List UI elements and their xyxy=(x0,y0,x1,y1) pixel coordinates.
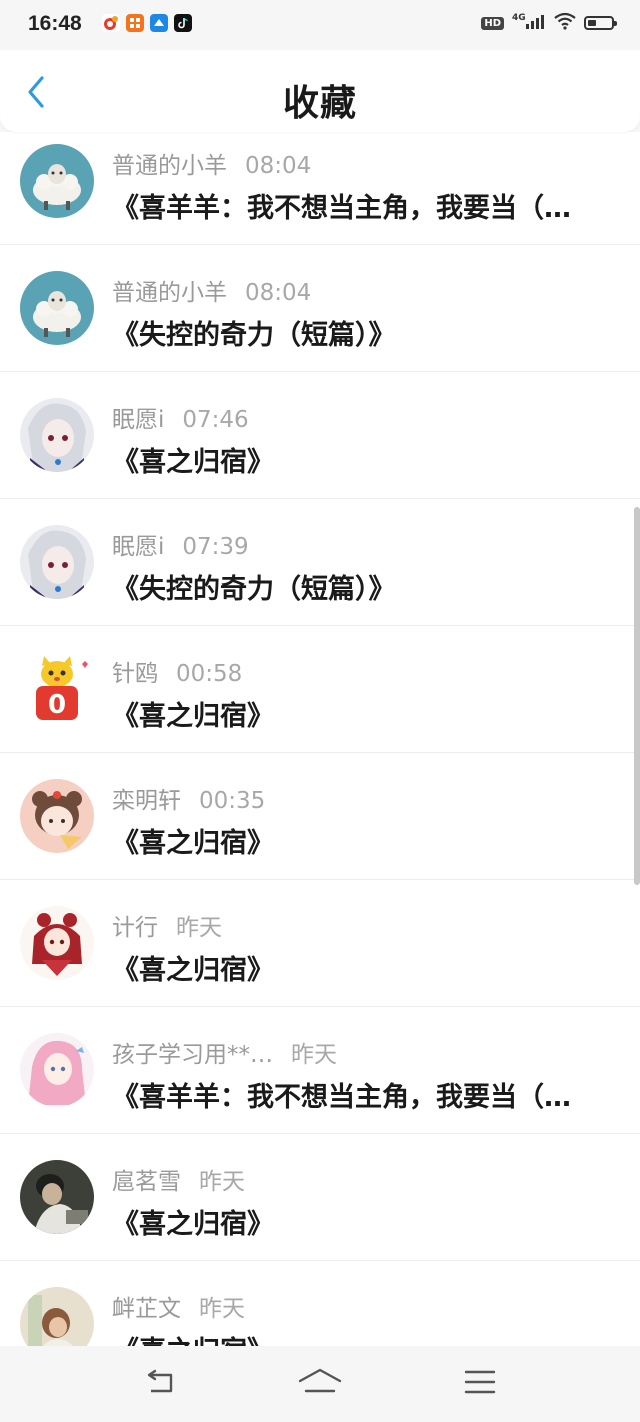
author-name[interactable]: 计行 xyxy=(112,915,158,941)
item-meta: 普通的小羊 08:04 xyxy=(112,146,311,180)
author-name[interactable]: 孩子学习用**… xyxy=(112,1042,273,1068)
item-time: 08:04 xyxy=(245,280,312,306)
story-title[interactable]: 《失控的奇力（短篇）》 xyxy=(112,567,624,606)
avatar[interactable] xyxy=(20,398,94,472)
story-title[interactable]: 《喜之归宿》 xyxy=(112,821,624,860)
svg-text:4G: 4G xyxy=(512,13,526,23)
item-meta: 衅芷文 昨天 xyxy=(112,1289,245,1323)
list-item[interactable]: 普通的小羊 08:04 《喜羊羊：我不想当主角，我要当（… xyxy=(0,132,640,245)
nav-home-button[interactable] xyxy=(298,1364,342,1400)
avatar[interactable] xyxy=(20,779,94,853)
list-item[interactable]: 计行 昨天 《喜之归宿》 xyxy=(0,880,640,1007)
weibo-app-icon xyxy=(102,14,120,32)
list-item[interactable]: 眠愿i 07:46 《喜之归宿》 xyxy=(0,372,640,499)
travel-app-icon xyxy=(150,14,168,32)
story-title[interactable]: 《失控的奇力（短篇）》 xyxy=(112,313,624,352)
nav-back-button[interactable] xyxy=(138,1364,182,1400)
item-time: 07:39 xyxy=(182,534,249,560)
item-meta: 眠愿i 07:46 xyxy=(112,400,249,434)
home-icon xyxy=(298,1368,342,1393)
story-title[interactable]: 《喜之归宿》 xyxy=(112,694,624,733)
story-title[interactable]: 《喜之归宿》 xyxy=(112,1329,624,1346)
status-indicators: HD 4G xyxy=(481,12,617,34)
list-item[interactable]: 衅芷文昨天 《喜之归宿》 xyxy=(0,1261,640,1346)
list-item[interactable]: 0 针鸥 00:58 《喜之归宿》 xyxy=(0,626,640,753)
item-time: 00:58 xyxy=(176,661,243,687)
item-time: 昨天 xyxy=(291,1042,337,1068)
list-item[interactable]: 孩子学习用**… 昨天 《喜羊羊：我不想当主角，我要当（… xyxy=(0,1007,640,1134)
nav-menu-button[interactable] xyxy=(458,1364,502,1400)
scrollbar[interactable] xyxy=(634,507,640,885)
page-title: 收藏 xyxy=(282,83,357,124)
item-meta: 扈茗雪 昨天 xyxy=(112,1162,245,1196)
avatar[interactable] xyxy=(20,1033,94,1107)
author-name[interactable]: 扈茗雪 xyxy=(112,1169,181,1195)
avatar[interactable] xyxy=(20,1160,94,1234)
signal-icon: 4G xyxy=(512,12,546,34)
menu-icon xyxy=(464,1370,496,1394)
list-item[interactable]: 栾明轩 00:35 《喜之归宿》 xyxy=(0,753,640,880)
item-meta: 孩子学习用**… 昨天 xyxy=(112,1035,337,1069)
avatar[interactable] xyxy=(20,271,94,345)
item-time: 07:46 xyxy=(182,407,249,433)
item-time: 昨天 xyxy=(176,915,222,941)
author-name[interactable]: 眠愿i xyxy=(112,407,164,433)
avatar[interactable] xyxy=(20,906,94,980)
author-name[interactable]: 普通的小羊 xyxy=(112,153,227,179)
author-name[interactable]: 针鸥 xyxy=(112,661,158,687)
author-name[interactable]: 眠愿i xyxy=(112,534,164,560)
item-time: 昨天 xyxy=(199,1296,245,1322)
avatar[interactable] xyxy=(20,1287,94,1346)
svg-text:0: 0 xyxy=(48,690,66,720)
avatar[interactable]: 0 xyxy=(20,652,94,726)
list-item[interactable]: 扈茗雪 昨天 《喜之归宿》 xyxy=(0,1134,640,1261)
page-header: 收藏 xyxy=(0,50,640,132)
author-name[interactable]: 衅芷文 xyxy=(112,1296,181,1322)
author-name[interactable]: 普通的小羊 xyxy=(112,280,227,306)
item-meta: 计行 昨天 xyxy=(112,908,222,942)
item-meta: 眠愿i 07:39 xyxy=(112,527,249,561)
story-title[interactable]: 《喜之归宿》 xyxy=(112,948,624,987)
favorites-list[interactable]: 普通的小羊 08:04 《喜羊羊：我不想当主角，我要当（… 普通的小羊 08:04 … xyxy=(0,132,640,1346)
avatar[interactable] xyxy=(20,144,94,218)
battery-icon xyxy=(584,16,617,30)
avatar[interactable] xyxy=(20,525,94,599)
hd-badge: HD xyxy=(481,16,504,30)
tiktok-app-icon xyxy=(174,14,192,32)
wifi-icon xyxy=(554,12,576,34)
status-app-icons xyxy=(102,14,192,32)
item-meta: 普通的小羊 08:04 xyxy=(112,273,311,307)
item-meta: 针鸥 00:58 xyxy=(112,654,242,688)
taobao-app-icon xyxy=(126,14,144,32)
list-item[interactable]: 眠愿i 07:39 《失控的奇力（短篇）》 xyxy=(0,499,640,626)
item-time: 08:04 xyxy=(245,153,312,179)
back-icon xyxy=(147,1369,173,1393)
system-nav-bar xyxy=(0,1346,640,1422)
status-bar: 16:48 HD 4G xyxy=(0,0,640,50)
story-title[interactable]: 《喜羊羊：我不想当主角，我要当（… xyxy=(112,186,624,225)
item-time: 昨天 xyxy=(199,1169,245,1195)
story-title[interactable]: 《喜之归宿》 xyxy=(112,1202,624,1241)
story-title[interactable]: 《喜之归宿》 xyxy=(112,440,624,479)
status-time: 16:48 xyxy=(28,12,82,35)
item-time: 00:35 xyxy=(199,788,266,814)
item-meta: 栾明轩 00:35 xyxy=(112,781,265,815)
story-title[interactable]: 《喜羊羊：我不想当主角，我要当（… xyxy=(112,1075,624,1114)
author-name[interactable]: 栾明轩 xyxy=(112,788,181,814)
list-item[interactable]: 普通的小羊 08:04 《失控的奇力（短篇）》 xyxy=(0,245,640,372)
